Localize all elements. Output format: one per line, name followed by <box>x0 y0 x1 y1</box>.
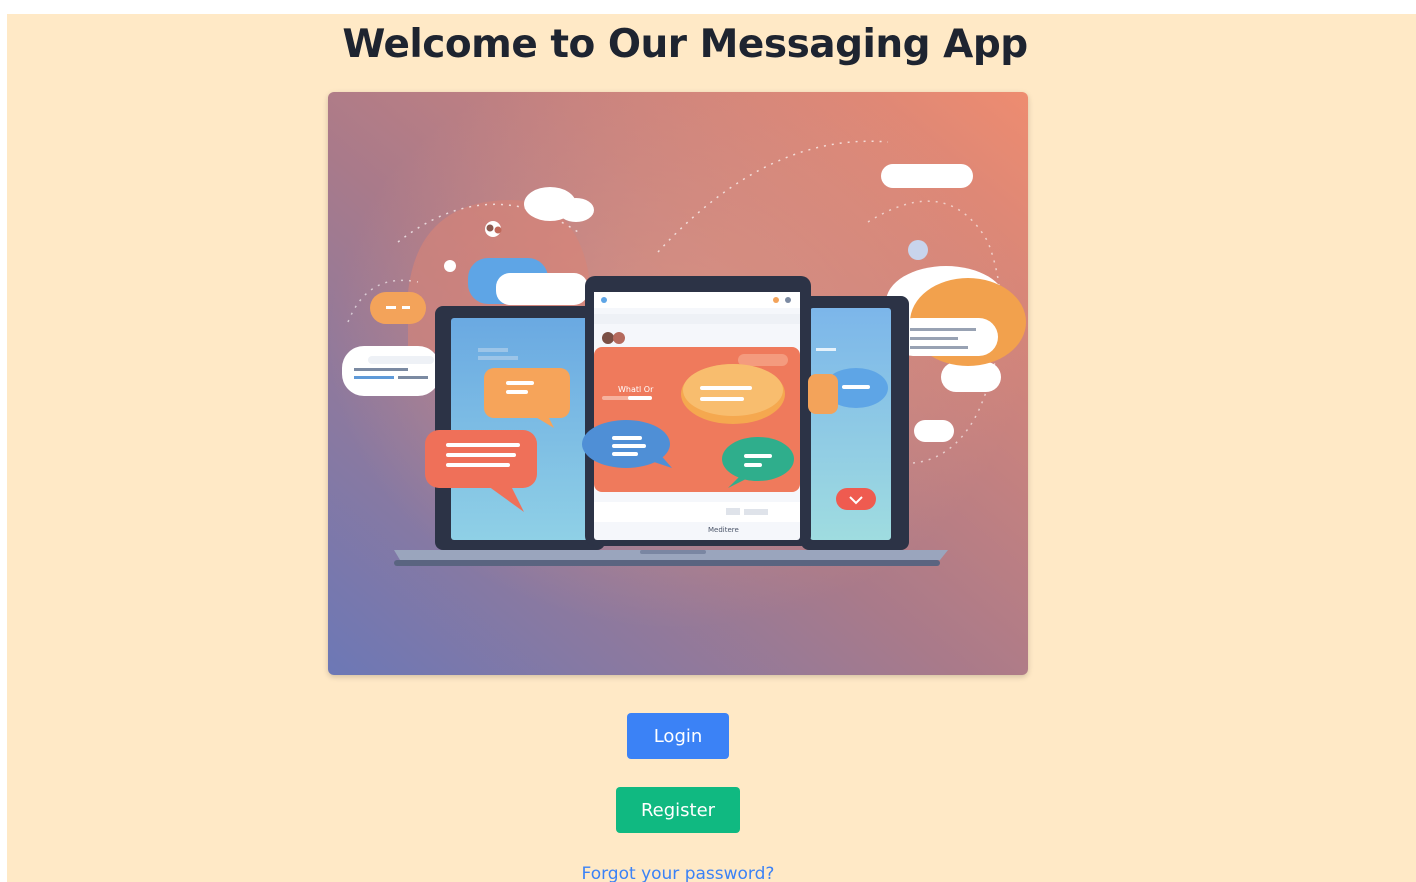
login-button[interactable]: Login <box>627 713 729 759</box>
page-title: Welcome to Our Messaging App <box>342 22 1028 67</box>
landing-page: Welcome to Our Messaging App Whatl Or Me… <box>7 14 1416 882</box>
register-button[interactable]: Register <box>616 787 740 833</box>
screen-label-bottom: Meditere <box>708 526 739 534</box>
screen-label-left: Whatl Or <box>618 385 654 394</box>
forgot-password-link[interactable]: Forgot your password? <box>7 864 1349 882</box>
hero-image: Whatl Or Meditere <box>328 92 1028 675</box>
